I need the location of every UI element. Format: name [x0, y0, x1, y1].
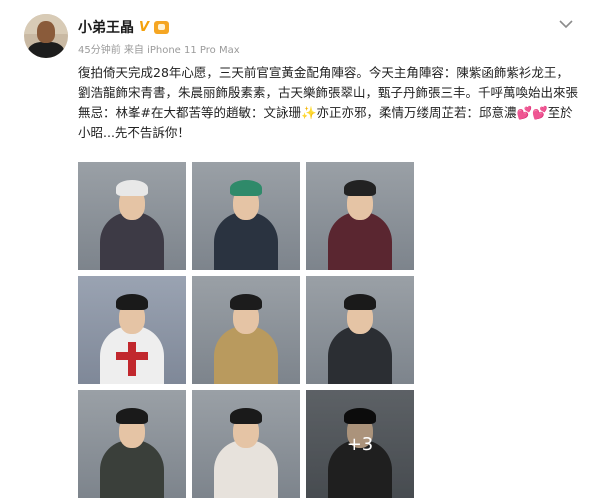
- verified-v-icon: V: [138, 19, 150, 35]
- photo-3[interactable]: [306, 162, 414, 270]
- post-meta: 45分钟前 来自 iPhone 11 Pro Max: [78, 45, 240, 56]
- username[interactable]: 小弟王晶: [78, 17, 134, 37]
- avatar-face: [37, 21, 55, 43]
- photo-6[interactable]: [306, 276, 414, 384]
- post-text: 復拍倚天完成28年心愿，三天前官宣黃金配角陣容。今天主角陣容：陳紫函飾紫衫龙王，…: [78, 65, 579, 140]
- chevron-down-icon[interactable]: [559, 18, 573, 29]
- photo-grid: +3: [78, 162, 416, 498]
- more-photos-count[interactable]: +3: [306, 390, 414, 498]
- photo-4[interactable]: [78, 276, 186, 384]
- photo-7[interactable]: [78, 390, 186, 498]
- member-crown-icon: [154, 20, 169, 34]
- photo-2[interactable]: [192, 162, 300, 270]
- photo-5[interactable]: [192, 276, 300, 384]
- avatar[interactable]: [24, 14, 68, 58]
- avatar-body: [28, 42, 64, 58]
- username-row: 小弟王晶 V: [78, 17, 169, 37]
- photo-8[interactable]: [192, 390, 300, 498]
- photo-1[interactable]: [78, 162, 186, 270]
- photo-9[interactable]: +3: [306, 390, 414, 498]
